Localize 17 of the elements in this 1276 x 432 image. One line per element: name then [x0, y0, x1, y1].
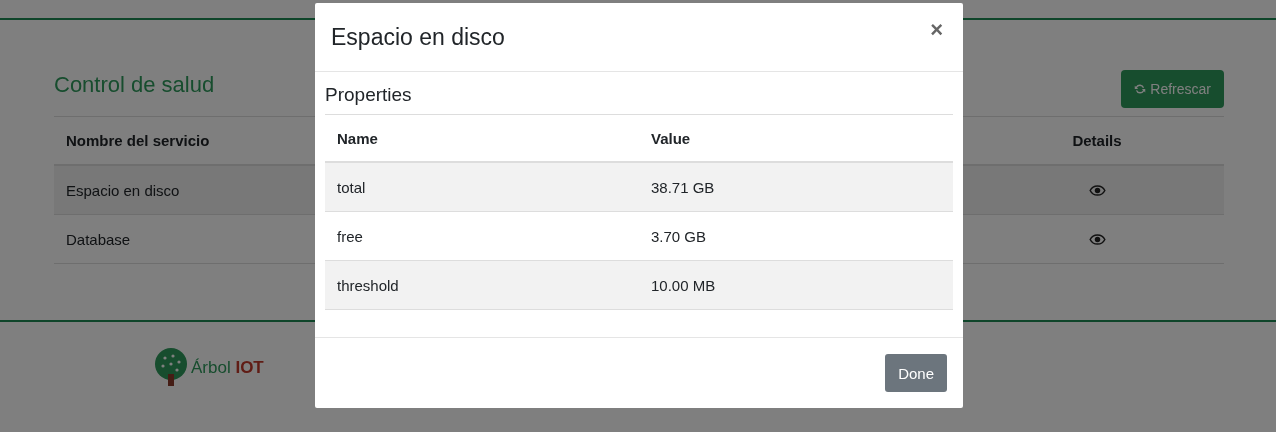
table-cell: 38.71 GB [639, 162, 953, 212]
table-cell: threshold [325, 260, 639, 310]
table-cell: free [325, 211, 639, 261]
table-cell: 10.00 MB [639, 260, 953, 310]
table-cell: total [325, 162, 639, 212]
eye-icon[interactable] [1088, 184, 1106, 196]
section-title: Properties [325, 82, 953, 115]
logo-text: Árbol IOT [191, 358, 264, 378]
tree-icon [153, 348, 189, 388]
refresh-button[interactable]: Refrescar [1121, 70, 1224, 108]
done-button[interactable]: Done [885, 354, 947, 392]
table-cell: 3.70 GB [639, 211, 953, 261]
close-button[interactable]: × [926, 17, 947, 43]
eye-icon[interactable] [1088, 233, 1106, 245]
refresh-icon [1134, 83, 1147, 95]
dialog-title: Espacio en disco [331, 23, 505, 51]
page-title: Control de salud [54, 72, 215, 98]
